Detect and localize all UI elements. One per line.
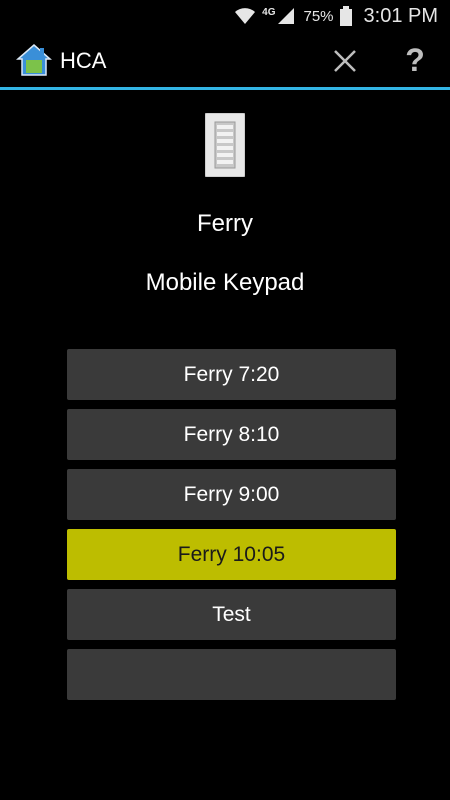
signal-icon xyxy=(278,8,295,24)
keypad-button-2[interactable]: Ferry 8:10 xyxy=(67,409,396,460)
status-clock: 3:01 PM xyxy=(363,4,438,27)
keypad-button-4[interactable]: Ferry 10:05 xyxy=(67,529,396,580)
device-name: Ferry xyxy=(197,210,253,237)
network-type-label: 4G xyxy=(262,6,276,18)
device-type: Mobile Keypad xyxy=(145,269,305,296)
keypad-button-5[interactable]: Test xyxy=(67,589,396,640)
action-bar: HCA ? xyxy=(0,32,450,90)
keypad-button-list: Ferry 7:20 Ferry 8:10 Ferry 9:00 Ferry 1… xyxy=(67,349,396,709)
keypad-icon xyxy=(205,113,245,177)
hca-house-icon[interactable] xyxy=(16,42,52,78)
wifi-icon xyxy=(235,8,256,24)
status-bar: 4G 75% 3:01 PM xyxy=(0,0,450,32)
app-title: HCA xyxy=(60,48,107,73)
battery-icon xyxy=(339,6,352,26)
keypad-button-3[interactable]: Ferry 9:00 xyxy=(67,469,396,520)
close-button[interactable] xyxy=(326,42,364,80)
keypad-button-6[interactable] xyxy=(67,649,396,700)
battery-percent: 75% xyxy=(303,7,334,25)
close-icon xyxy=(334,50,356,72)
help-button[interactable]: ? xyxy=(396,40,434,80)
keypad-button-1[interactable]: Ferry 7:20 xyxy=(67,349,396,400)
